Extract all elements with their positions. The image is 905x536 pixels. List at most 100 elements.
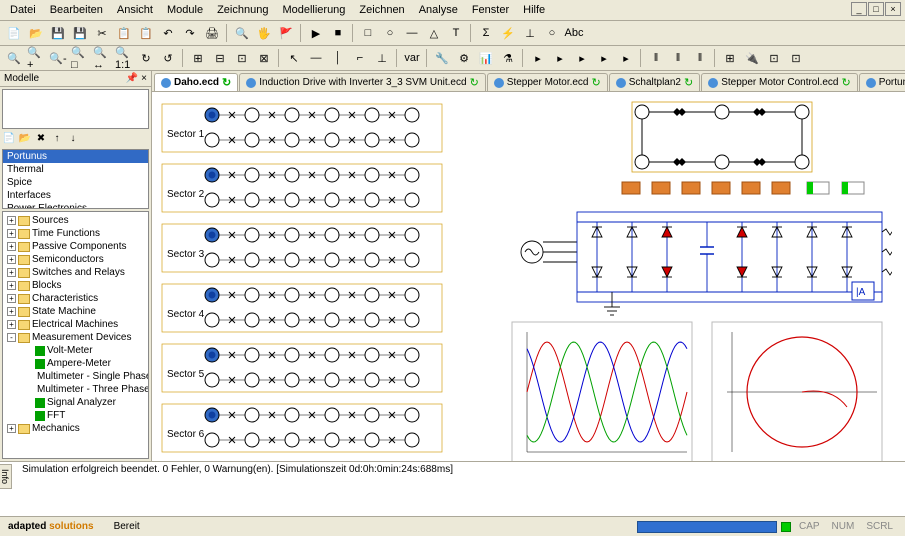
toolbar1-btn-22[interactable]: T: [446, 23, 466, 43]
toolbar2-btn-0[interactable]: 🔍: [4, 48, 24, 68]
toolbar2-btn-14[interactable]: ↖: [284, 48, 304, 68]
tree-sources[interactable]: +Sources: [5, 214, 146, 227]
toolbar2-btn-37[interactable]: ⊞: [720, 48, 740, 68]
toolbar1-btn-4[interactable]: ✂: [92, 23, 112, 43]
preview-tool-3[interactable]: ↑: [50, 133, 64, 147]
toolbar2-btn-2[interactable]: 🔍-: [48, 48, 68, 68]
toolbar1-btn-25[interactable]: ⚡: [498, 23, 518, 43]
tree-child-multimeter---single-phase[interactable]: Multimeter - Single Phase: [5, 370, 146, 383]
tree-blocks[interactable]: +Blocks: [5, 279, 146, 292]
toolbar2-btn-22[interactable]: 🔧: [432, 48, 452, 68]
toolbar1-btn-21[interactable]: △: [424, 23, 444, 43]
close-button[interactable]: ×: [885, 2, 901, 16]
menu-hilfe[interactable]: Hilfe: [517, 2, 551, 18]
output-tab-info[interactable]: Info: [0, 464, 12, 489]
toolbar2-btn-31[interactable]: ▸: [616, 48, 636, 68]
menu-analyse[interactable]: Analyse: [413, 2, 464, 18]
tree-switches-and-relays[interactable]: +Switches and Relays: [5, 266, 146, 279]
toolbar1-btn-20[interactable]: —: [402, 23, 422, 43]
toolbar2-btn-29[interactable]: ▸: [572, 48, 592, 68]
toolbar2-btn-23[interactable]: ⚙: [454, 48, 474, 68]
tree-child-volt-meter[interactable]: Volt-Meter: [5, 344, 146, 357]
schematic-canvas[interactable]: Sector 1Sector 2Sector 3Sector 4Sector 5…: [152, 92, 905, 461]
toolbar2-btn-3[interactable]: 🔍□: [70, 48, 90, 68]
model-cat-interfaces[interactable]: Interfaces: [3, 189, 148, 202]
toolbar2-btn-18[interactable]: ⊥: [372, 48, 392, 68]
tree-characteristics[interactable]: +Characteristics: [5, 292, 146, 305]
toolbar1-btn-26[interactable]: ⊥: [520, 23, 540, 43]
toolbar2-btn-6[interactable]: ↻: [136, 48, 156, 68]
menu-zeichnung[interactable]: Zeichnung: [211, 2, 274, 18]
toolbar2-btn-20[interactable]: var: [402, 48, 422, 68]
preview-tool-0[interactable]: 📄: [2, 133, 16, 147]
tree-passive-components[interactable]: +Passive Components: [5, 240, 146, 253]
toolbar2-btn-30[interactable]: ▸: [594, 48, 614, 68]
toolbar2-btn-15[interactable]: —: [306, 48, 326, 68]
tab-3[interactable]: Schaltplan2↻: [609, 73, 700, 91]
tree-child-signal-analyzer[interactable]: Signal Analyzer: [5, 396, 146, 409]
toolbar1-btn-7[interactable]: ↶: [158, 23, 178, 43]
tab-0[interactable]: Daho.ecd↻: [154, 73, 238, 91]
toolbar1-btn-28[interactable]: Abc: [564, 23, 584, 43]
model-cat-spice[interactable]: Spice: [3, 176, 148, 189]
toolbar2-btn-17[interactable]: ⌐: [350, 48, 370, 68]
toolbar1-btn-8[interactable]: ↷: [180, 23, 200, 43]
tree-child-multimeter---three-phase[interactable]: Multimeter - Three Phase: [5, 383, 146, 396]
tree-semiconductors[interactable]: +Semiconductors: [5, 253, 146, 266]
maximize-button[interactable]: □: [868, 2, 884, 16]
toolbar1-btn-11[interactable]: 🔍: [232, 23, 252, 43]
menu-modellierung[interactable]: Modellierung: [276, 2, 351, 18]
toolbar2-btn-38[interactable]: 🔌: [742, 48, 762, 68]
toolbar2-btn-5[interactable]: 🔍1:1: [114, 48, 134, 68]
menu-fenster[interactable]: Fenster: [466, 2, 515, 18]
model-tree[interactable]: +Sources+Time Functions+Passive Componen…: [2, 211, 149, 459]
toolbar2-btn-28[interactable]: ▸: [550, 48, 570, 68]
preview-tool-4[interactable]: ↓: [66, 133, 80, 147]
menu-ansicht[interactable]: Ansicht: [111, 2, 159, 18]
model-cat-thermal[interactable]: Thermal: [3, 163, 148, 176]
toolbar1-btn-5[interactable]: 📋: [114, 23, 134, 43]
toolbar2-btn-16[interactable]: │: [328, 48, 348, 68]
toolbar2-btn-39[interactable]: ⊡: [764, 48, 784, 68]
model-cat-portunus[interactable]: Portunus: [3, 150, 148, 163]
tab-5[interactable]: Portunus_all.ecd↻: [859, 73, 905, 91]
toolbar1-btn-19[interactable]: ○: [380, 23, 400, 43]
menu-module[interactable]: Module: [161, 2, 209, 18]
tree-mechanics[interactable]: +Mechanics: [5, 422, 146, 435]
tab-4[interactable]: Stepper Motor Control.ecd↻: [701, 73, 858, 91]
preview-tool-1[interactable]: 📂: [18, 133, 32, 147]
toolbar2-btn-11[interactable]: ⊡: [232, 48, 252, 68]
model-cat-power electronics[interactable]: Power Electronics: [3, 202, 148, 209]
tree-electrical-machines[interactable]: +Electrical Machines: [5, 318, 146, 331]
toolbar2-btn-10[interactable]: ⊟: [210, 48, 230, 68]
toolbar1-btn-15[interactable]: ▶: [306, 23, 326, 43]
minimize-button[interactable]: _: [851, 2, 867, 16]
menu-bearbeiten[interactable]: Bearbeiten: [44, 2, 109, 18]
toolbar2-btn-4[interactable]: 🔍↔: [92, 48, 112, 68]
toolbar1-btn-18[interactable]: □: [358, 23, 378, 43]
toolbar2-btn-9[interactable]: ⊞: [188, 48, 208, 68]
toolbar1-btn-2[interactable]: 💾: [48, 23, 68, 43]
tree-child-fft[interactable]: FFT: [5, 409, 146, 422]
toolbar1-btn-13[interactable]: 🚩: [276, 23, 296, 43]
toolbar2-btn-12[interactable]: ⊠: [254, 48, 274, 68]
preview-tool-2[interactable]: ✖: [34, 133, 48, 147]
tab-1[interactable]: Induction Drive with Inverter 3_3 SVM Un…: [239, 73, 486, 91]
toolbar1-btn-9[interactable]: 🖨: [202, 23, 222, 43]
toolbar1-btn-16[interactable]: ■: [328, 23, 348, 43]
model-category-list[interactable]: PortunusThermalSpiceInterfacesPower Elec…: [2, 149, 149, 209]
toolbar2-btn-40[interactable]: ⊡: [786, 48, 806, 68]
toolbar1-btn-6[interactable]: 📋: [136, 23, 156, 43]
toolbar1-btn-1[interactable]: 📂: [26, 23, 46, 43]
toolbar2-btn-27[interactable]: ▸: [528, 48, 548, 68]
toolbar2-btn-24[interactable]: 📊: [476, 48, 496, 68]
toolbar2-btn-35[interactable]: ‖: [690, 48, 710, 68]
menu-datei[interactable]: Datei: [4, 2, 42, 18]
toolbar1-btn-3[interactable]: 💾: [70, 23, 90, 43]
toolbar1-btn-24[interactable]: Σ: [476, 23, 496, 43]
toolbar1-btn-0[interactable]: 📄: [4, 23, 24, 43]
tree-measurement-devices[interactable]: -Measurement Devices: [5, 331, 146, 344]
menu-zeichnen[interactable]: Zeichnen: [353, 2, 410, 18]
tab-2[interactable]: Stepper Motor.ecd↻: [487, 73, 608, 91]
toolbar1-btn-12[interactable]: 🖐: [254, 23, 274, 43]
